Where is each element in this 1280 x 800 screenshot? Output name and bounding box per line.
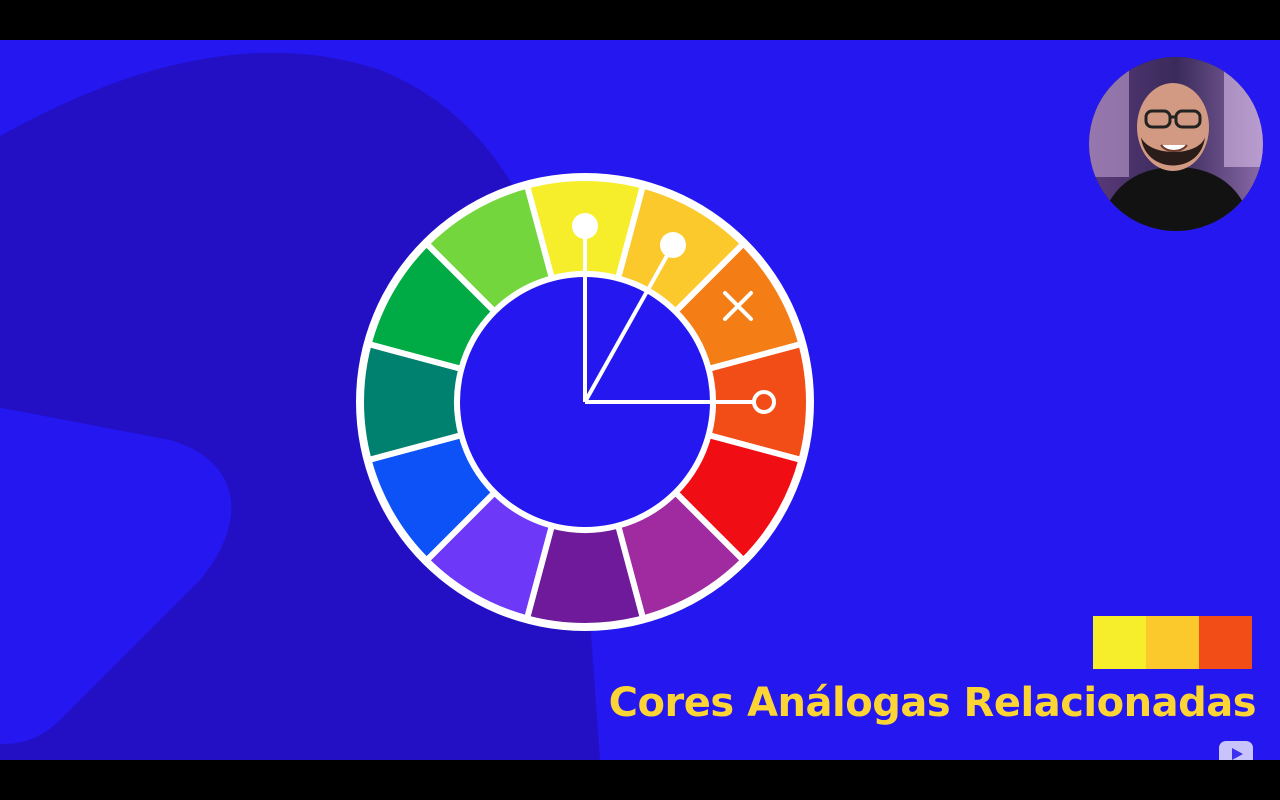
marker-dot-yellow	[572, 213, 598, 239]
swatch-yellow	[1093, 616, 1146, 669]
letterbox-bottom	[0, 760, 1280, 800]
color-wheel	[356, 173, 814, 631]
analogous-swatch-bar	[1093, 616, 1252, 669]
youtube-play-icon[interactable]	[1218, 740, 1254, 760]
presenter-webcam	[1089, 57, 1263, 231]
letterbox-top	[0, 0, 1280, 40]
caption-title: Cores Análogas Relacionadas	[608, 680, 1257, 726]
swatch-yellow-orange	[1146, 616, 1199, 669]
marker-ring-red-orange	[752, 390, 776, 414]
video-frame: Cores Análogas Relacionadas	[0, 40, 1280, 760]
marker-dot-yellow-orange	[660, 232, 686, 258]
swatch-red-orange	[1199, 616, 1252, 669]
presenter-avatar	[1089, 57, 1263, 231]
